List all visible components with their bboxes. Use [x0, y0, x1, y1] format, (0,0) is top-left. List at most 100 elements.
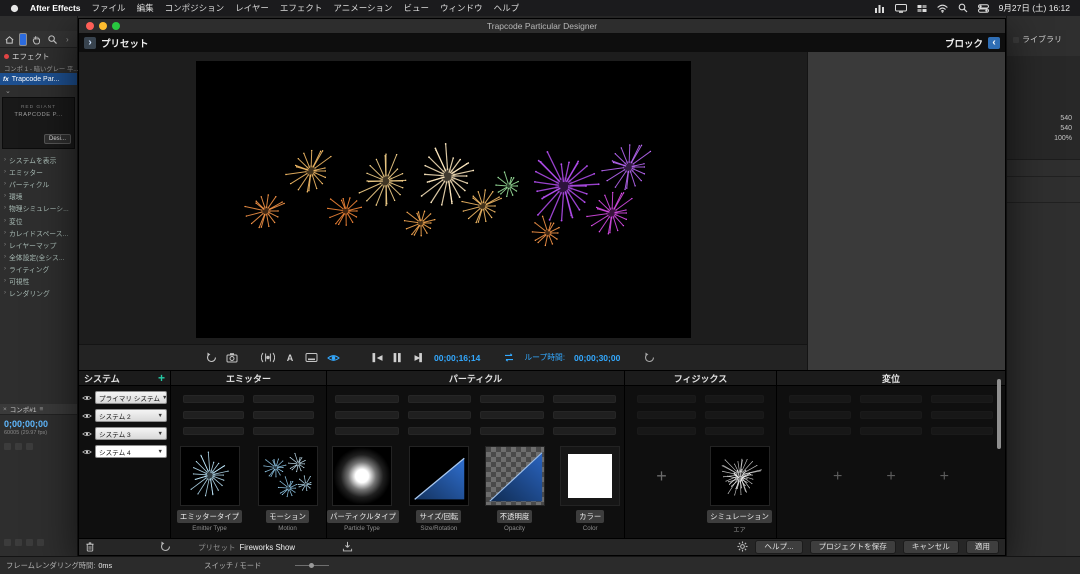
- undo-reset-icon[interactable]: [160, 541, 171, 554]
- group-row[interactable]: ›エミッター: [0, 166, 77, 178]
- group-row[interactable]: ›ライティング: [0, 263, 77, 275]
- block-label-jp[interactable]: 不透明度: [497, 510, 533, 523]
- save-project-button[interactable]: プロジェクトを保存: [810, 540, 896, 554]
- add-system-button[interactable]: +: [158, 373, 165, 383]
- system-select[interactable]: システム 4▼: [95, 445, 167, 458]
- group-row[interactable]: ›レイヤーマップ: [0, 239, 77, 251]
- effect-row-trapcode[interactable]: fx Trapcode Par...: [0, 73, 77, 85]
- group-row[interactable]: ›カレイドスペース...: [0, 227, 77, 239]
- menu-item-composition[interactable]: コンポジション: [165, 2, 225, 14]
- timeline-icon[interactable]: [4, 443, 11, 450]
- system-select[interactable]: システム 3▼: [95, 427, 167, 440]
- switch-mode-button[interactable]: スイッチ / モード: [204, 561, 261, 571]
- block-label-jp[interactable]: モーション: [266, 510, 309, 523]
- timeline-icon[interactable]: [26, 539, 33, 546]
- control-center-icon[interactable]: [978, 4, 989, 13]
- preset-name[interactable]: Fireworks Show: [240, 543, 295, 552]
- vertical-scrollbar[interactable]: [997, 379, 1001, 449]
- zoom-slider-knob[interactable]: [309, 563, 314, 568]
- timeline-icon[interactable]: [15, 443, 22, 450]
- delete-trash-icon[interactable]: [85, 541, 95, 554]
- menu-app-name[interactable]: After Effects: [30, 3, 81, 13]
- blocks-collapse-button[interactable]: ‹: [988, 37, 1000, 49]
- screen-preview-icon[interactable]: [305, 352, 318, 363]
- add-block-button[interactable]: +: [940, 468, 949, 486]
- previous-frame-button[interactable]: ▌◀: [371, 353, 383, 362]
- add-block-button[interactable]: +: [886, 468, 895, 486]
- composition-preview[interactable]: [196, 61, 691, 338]
- visibility-eye-icon[interactable]: [327, 353, 340, 363]
- block-size-rotation[interactable]: サイズ/回転 Size/Rotation: [405, 446, 473, 532]
- help-button[interactable]: ヘルプ...: [755, 540, 802, 554]
- close-icon[interactable]: ×: [3, 406, 7, 413]
- value-width[interactable]: 540: [1054, 114, 1072, 124]
- simulation-thumbnail[interactable]: [710, 446, 770, 506]
- group-row[interactable]: ›レンダリング: [0, 287, 77, 299]
- eye-icon[interactable]: [82, 394, 92, 402]
- home-icon[interactable]: [4, 33, 15, 46]
- plus-icon[interactable]: +: [632, 446, 692, 506]
- stats-icon[interactable]: [874, 4, 885, 13]
- menu-item-help[interactable]: ヘルプ: [494, 2, 520, 14]
- value-scale[interactable]: 100%: [1054, 134, 1072, 144]
- hand-tool-icon[interactable]: [31, 33, 42, 46]
- selection-tool-icon[interactable]: [19, 33, 27, 46]
- settings-gear-icon[interactable]: [737, 541, 748, 554]
- group-row[interactable]: ›パーティクル: [0, 178, 77, 190]
- library-tab[interactable]: ライブラリ: [1013, 34, 1062, 45]
- add-block-button[interactable]: +: [833, 468, 842, 486]
- motion-blur-icon[interactable]: [261, 352, 275, 363]
- save-preset-download-icon[interactable]: [342, 541, 353, 554]
- timeline-icon[interactable]: [37, 539, 44, 546]
- zoom-tool-icon[interactable]: [47, 33, 58, 46]
- next-frame-button[interactable]: ▶▌: [413, 353, 425, 362]
- value-height[interactable]: 540: [1054, 124, 1072, 134]
- block-color[interactable]: カラー Color: [556, 446, 624, 532]
- group-row[interactable]: ›全体設定(全シス...: [0, 251, 77, 263]
- menu-item-edit[interactable]: 編集: [137, 2, 154, 14]
- cancel-button[interactable]: キャンセル: [903, 540, 959, 554]
- presets-expand-button[interactable]: ›: [84, 37, 96, 49]
- group-row[interactable]: ›変位: [0, 214, 77, 226]
- block-motion[interactable]: モーション Motion: [253, 446, 323, 532]
- menu-item-effect[interactable]: エフェクト: [280, 2, 323, 14]
- timeline-icon[interactable]: [15, 539, 22, 546]
- toolbar-overflow-chevron-icon[interactable]: ›: [62, 33, 73, 46]
- display-icon[interactable]: [895, 4, 907, 13]
- timeline-tab[interactable]: × コンポ#1 ≡: [0, 404, 77, 415]
- twirl-chevron-icon[interactable]: ⌄: [5, 87, 11, 95]
- menu-item-view[interactable]: ビュー: [404, 2, 430, 14]
- snapshot-camera-icon[interactable]: [226, 352, 238, 363]
- letterbox-icon[interactable]: A: [284, 353, 296, 363]
- block-label-jp[interactable]: カラー: [576, 510, 604, 523]
- reset-loop-icon[interactable]: [643, 352, 655, 363]
- search-icon[interactable]: [958, 3, 968, 13]
- menu-item-window[interactable]: ウィンドウ: [440, 2, 483, 14]
- add-physics-block[interactable]: +: [627, 446, 697, 534]
- block-label-jp[interactable]: シミュレーション: [707, 510, 772, 523]
- effects-panel-tab[interactable]: エフェクト: [0, 51, 77, 62]
- menu-item-file[interactable]: ファイル: [92, 2, 126, 14]
- preview-timecode[interactable]: 00;00;16;14: [434, 353, 480, 363]
- wifi-icon[interactable]: [937, 4, 948, 13]
- menu-item-animation[interactable]: アニメーション: [333, 2, 392, 14]
- group-row[interactable]: ›可視性: [0, 275, 77, 287]
- opacity-thumbnail[interactable]: [485, 446, 545, 506]
- panel-menu-icon[interactable]: ≡: [40, 406, 44, 413]
- system-select[interactable]: プライマリ システム▼: [95, 391, 167, 404]
- menu-clock[interactable]: 9月27日 (土) 16:12: [999, 2, 1070, 14]
- block-emitter-type[interactable]: エミッタータイプ Emitter Type: [175, 446, 245, 532]
- block-particle-type[interactable]: パーティクルタイプ Particle Type: [327, 446, 397, 532]
- particle-type-thumbnail[interactable]: [332, 446, 392, 506]
- loop-timecode[interactable]: 00;00;30;00: [574, 353, 620, 363]
- eye-icon[interactable]: [82, 412, 92, 420]
- pause-button[interactable]: ▌▌: [392, 353, 404, 362]
- group-row[interactable]: ›システムを表示: [0, 154, 77, 166]
- eye-icon[interactable]: [82, 448, 92, 456]
- timeline-icon[interactable]: [26, 443, 33, 450]
- eye-icon[interactable]: [82, 430, 92, 438]
- block-label-jp[interactable]: サイズ/回転: [416, 510, 461, 523]
- timeline-icon[interactable]: [4, 539, 11, 546]
- block-simulation[interactable]: シミュレーション エア: [705, 446, 775, 534]
- reset-view-icon[interactable]: [205, 352, 217, 363]
